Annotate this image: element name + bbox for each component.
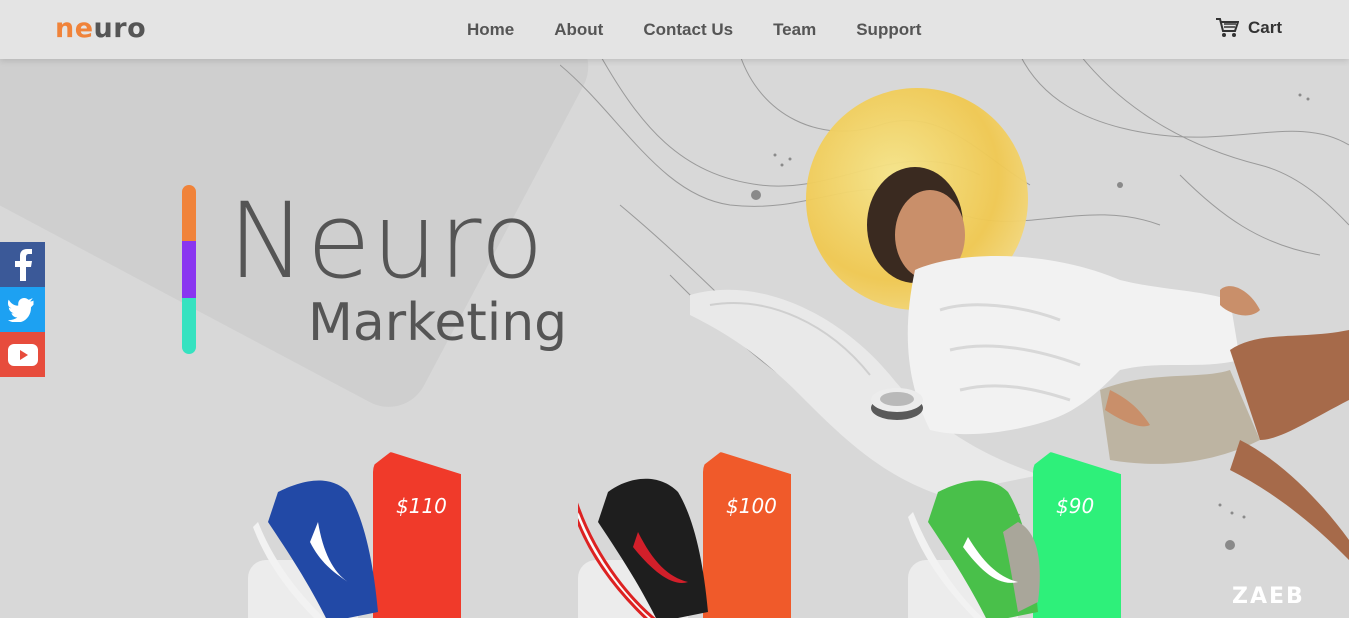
product-card[interactable]: $110 (248, 452, 468, 618)
cart-button[interactable]: Cart (1215, 17, 1282, 39)
shoe-image (253, 480, 378, 618)
accent-bar-purple (182, 241, 196, 298)
twitter-button[interactable] (0, 287, 45, 332)
nav-home[interactable]: Home (467, 20, 514, 40)
site-header: neuro Home About Contact Us Team Support… (0, 0, 1349, 59)
logo[interactable]: neuro (55, 13, 146, 44)
product-price: $100 (726, 494, 777, 518)
nav-about[interactable]: About (554, 20, 603, 40)
twitter-icon (7, 297, 34, 322)
product-price: $90 (1056, 494, 1095, 518)
main-nav: Home About Contact Us Team Support (467, 20, 961, 40)
accent-bar-orange (182, 185, 196, 242)
product-price: $110 (396, 494, 447, 518)
shoe-body (598, 478, 708, 618)
youtube-icon (7, 343, 38, 366)
shoe-image (578, 478, 708, 618)
facebook-button[interactable] (0, 242, 45, 287)
watermark-logo: ZAEB (1232, 584, 1305, 609)
nav-team[interactable]: Team (773, 20, 816, 40)
product-card[interactable]: $90 (908, 452, 1128, 618)
cart-label: Cart (1248, 18, 1283, 37)
speaker-device-image (871, 388, 923, 420)
cart-icon (1216, 18, 1239, 37)
product-card[interactable]: $100 (578, 452, 798, 618)
logo-rest: uro (93, 13, 147, 44)
youtube-button[interactable] (0, 332, 45, 377)
facebook-icon (14, 248, 32, 281)
logo-accent: ne (55, 13, 94, 44)
shoe-image (908, 480, 1040, 618)
nav-contact[interactable]: Contact Us (643, 20, 733, 40)
hero-title: Neuro (228, 180, 545, 302)
nav-support[interactable]: Support (856, 20, 921, 40)
accent-bar-teal (182, 297, 196, 354)
accent-bar (182, 185, 196, 354)
social-bar (0, 242, 45, 377)
hero-subtitle: Marketing (308, 293, 568, 353)
